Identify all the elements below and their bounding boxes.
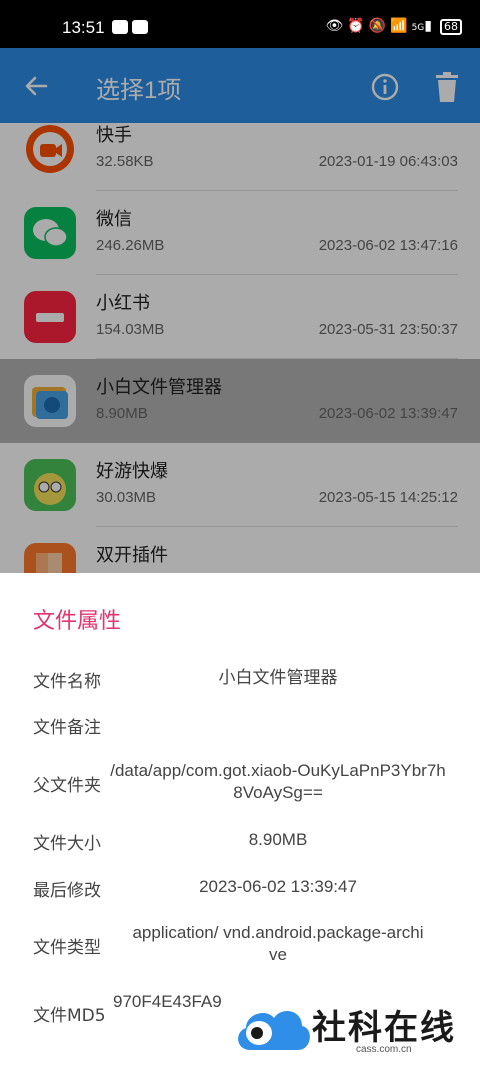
- file-properties-sheet: 文件属性 文件名称 小白文件管理器 文件备注 父文件夹 /data/app/co…: [0, 573, 480, 1067]
- prop-label: 文件备注: [33, 718, 101, 738]
- prop-value: 970F4E43FA9: [113, 992, 222, 1011]
- network-label: 5G: [411, 23, 425, 33]
- prop-label: 文件大小: [33, 834, 101, 854]
- prop-label: 最后修改: [33, 881, 101, 901]
- prop-value: 8.90MB: [248, 830, 308, 849]
- prop-label: 文件MD5: [33, 1006, 106, 1026]
- wifi-icon: 📶: [390, 18, 412, 34]
- watermark-subtext: cass.com.cn: [356, 1044, 412, 1055]
- prop-value: 小白文件管理器: [218, 668, 338, 687]
- notification-icon: [132, 20, 148, 34]
- prop-value: 2023-06-02 13:39:47: [199, 877, 357, 896]
- prop-label: 文件类型: [33, 938, 101, 958]
- prop-label: 父文件夹: [33, 776, 101, 796]
- status-icons: 👁⏰🔕📶5G▮ 68: [326, 18, 462, 35]
- watermark-text: 社科在线: [312, 1008, 456, 1048]
- watermark-logo: 社科在线 cass.com.cn: [232, 998, 472, 1062]
- prop-value: application/ vnd.android.package-archive: [132, 923, 424, 964]
- status-time: 13:51: [62, 18, 105, 37]
- scrim-overlay[interactable]: [0, 48, 480, 573]
- status-bar: 13:51 👁⏰🔕📶5G▮ 68: [0, 0, 480, 48]
- notification-icon: [112, 20, 128, 34]
- prop-label: 文件名称: [33, 672, 101, 692]
- battery-icon: 68: [440, 19, 462, 35]
- prop-value: /data/app/com.got.xiaob-OuKyLaPnP3Ybr7h8…: [110, 761, 446, 802]
- sheet-title: 文件属性: [33, 609, 122, 634]
